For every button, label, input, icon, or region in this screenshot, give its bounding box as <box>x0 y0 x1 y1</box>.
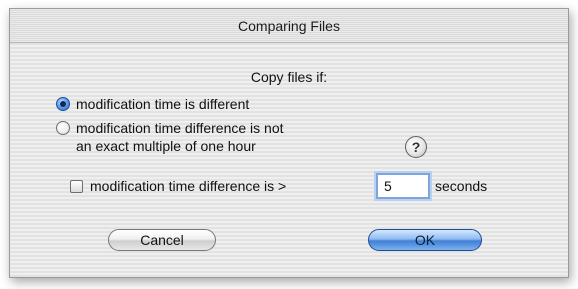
ok-button[interactable]: OK <box>368 229 482 251</box>
radio-not-hour-multiple-label-line1[interactable]: modification time difference is not <box>76 119 284 137</box>
time-difference-checkbox-label[interactable]: modification time difference is > <box>90 177 286 195</box>
radio-time-different[interactable] <box>56 97 70 111</box>
seconds-unit-label: seconds <box>435 178 488 194</box>
seconds-input[interactable]: 5 <box>376 173 430 199</box>
help-icon[interactable]: ? <box>405 136 427 158</box>
time-difference-checkbox[interactable] <box>70 180 83 193</box>
radio-not-hour-multiple[interactable] <box>56 121 70 135</box>
cancel-button[interactable]: Cancel <box>108 229 216 251</box>
comparing-files-dialog: Comparing Files Copy files if: modificat… <box>9 8 569 278</box>
radio-not-hour-multiple-label-line2[interactable]: an exact multiple of one hour <box>76 137 256 155</box>
copy-files-heading: Copy files if: <box>250 69 328 85</box>
radio-time-different-label[interactable]: modification time is different <box>76 95 249 113</box>
dialog-title: Comparing Files <box>10 9 568 43</box>
